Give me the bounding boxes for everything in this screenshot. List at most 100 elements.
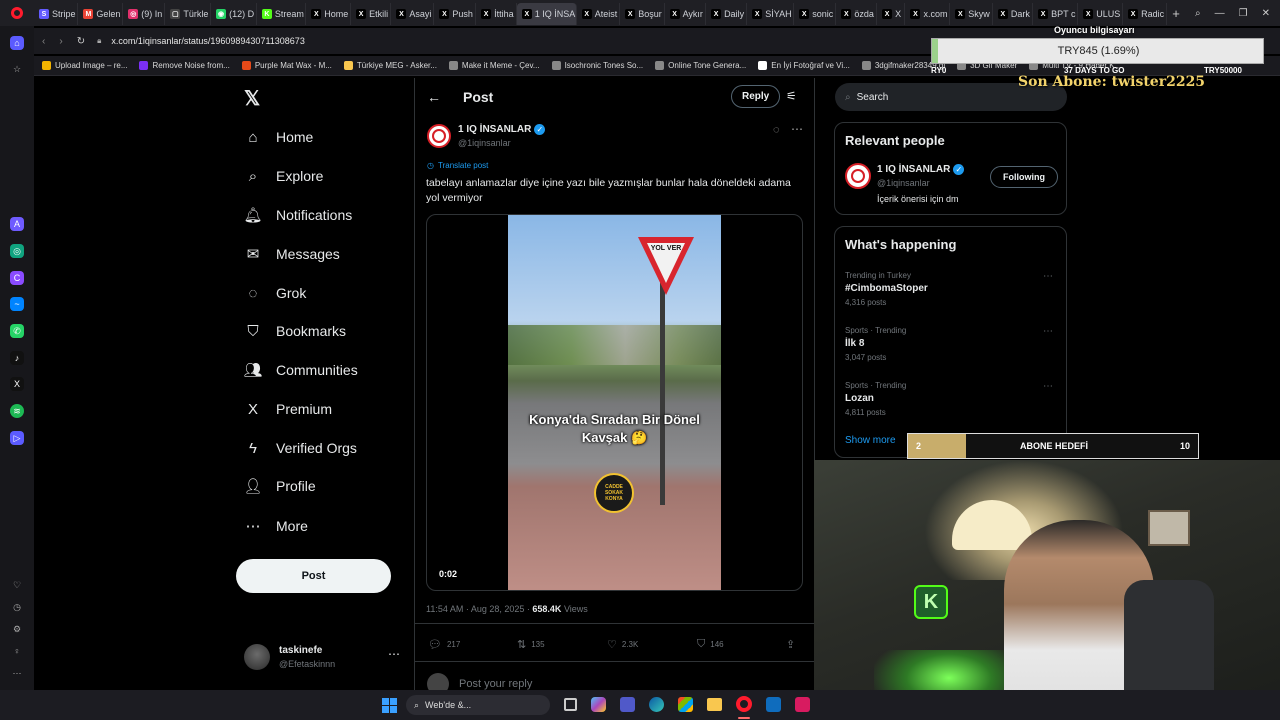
account-more-icon[interactable]: ⋯ xyxy=(388,647,400,661)
browser-tab[interactable]: X BPT c xyxy=(1033,3,1079,25)
nav-item-grok[interactable]: ◌ Grok xyxy=(244,278,307,308)
spotify-icon[interactable]: ≋ xyxy=(10,404,24,418)
video-frame[interactable]: YOL VER Konya'da Sıradan Bir Dönel Kavşa… xyxy=(426,214,803,591)
reply-button[interactable]: Reply xyxy=(731,85,781,108)
reload-icon[interactable]: ↻ xyxy=(77,36,85,47)
heart-icon[interactable]: ♡ xyxy=(10,578,24,592)
adjust-icon[interactable]: ⚟ xyxy=(786,89,797,103)
bookmark-stat[interactable]: ⛉ 146 xyxy=(697,638,724,651)
nav-item-home[interactable]: ⌂ Home xyxy=(244,122,313,152)
browser-tab[interactable]: K Stream xyxy=(257,3,307,25)
bookmark-item[interactable]: En İyi Fotoğraf ve Vi... xyxy=(758,61,850,70)
browser-tab[interactable]: X Radic xyxy=(1123,3,1168,25)
trend-more-icon[interactable]: ⋯ xyxy=(1043,381,1053,392)
tiktok-icon[interactable]: ♪ xyxy=(10,351,24,365)
tips-icon[interactable]: ♀ xyxy=(10,644,24,658)
reply-input[interactable]: Post your reply xyxy=(459,678,532,690)
browser-tab[interactable]: ▢ Türkle xyxy=(165,3,212,25)
history-icon[interactable]: ◷ xyxy=(10,600,24,614)
browser-tab[interactable]: S Stripe xyxy=(34,3,79,25)
browser-tab[interactable]: X Ateist xyxy=(577,3,621,25)
post-more-icon[interactable]: ⋯ xyxy=(791,122,803,136)
settings-icon[interactable]: ⚙ xyxy=(10,622,24,636)
browser-tab[interactable]: Xx.com xyxy=(905,3,951,25)
start-icon[interactable] xyxy=(382,698,397,713)
taskbar-search[interactable]: ⌕ Web'de &... xyxy=(406,695,550,715)
nav-item-bookmarks[interactable]: ⛉ Bookmarks xyxy=(244,316,346,346)
player-icon[interactable]: ▷ xyxy=(10,431,24,445)
explorer-icon[interactable] xyxy=(707,698,722,711)
search-input[interactable]: Search xyxy=(857,92,889,103)
maximize-icon[interactable]: ❐ xyxy=(1239,8,1248,19)
person-avatar[interactable] xyxy=(845,163,871,189)
x-app-icon[interactable]: X xyxy=(10,377,24,391)
browser-tab[interactable]: M Gelen xyxy=(78,3,124,25)
trend-more-icon[interactable]: ⋯ xyxy=(1043,271,1053,282)
author-avatar[interactable] xyxy=(427,124,451,148)
post-timestamp[interactable]: 11:54 AM · Aug 28, 2025 · xyxy=(426,604,532,614)
nav-item-verified-orgs[interactable]: ϟ Verified Orgs xyxy=(244,433,357,463)
outlook-icon[interactable] xyxy=(766,697,781,712)
browser-tab[interactable]: X İttiha xyxy=(476,3,517,25)
bookmark-item[interactable]: Purple Mat Wax - M... xyxy=(241,61,332,70)
trend-item[interactable]: Trending in Turkey #CimbomaStoper 4,316 … xyxy=(845,271,1055,307)
browser-tab[interactable]: X Push xyxy=(434,3,477,25)
star-icon[interactable]: ☆ xyxy=(10,62,24,76)
bookmark-item[interactable]: Online Tone Genera... xyxy=(655,61,746,70)
person-handle[interactable]: @1iqinsanlar xyxy=(877,178,930,188)
browser-tab[interactable]: X Dark xyxy=(993,3,1034,25)
whatsapp-icon[interactable]: ✆ xyxy=(10,324,24,338)
app-icon[interactable]: C xyxy=(10,271,24,285)
reply-stat[interactable]: 💬︎ 217 xyxy=(428,638,460,651)
repost-stat[interactable]: ⇅ 135 xyxy=(517,638,545,651)
aria-icon[interactable]: A xyxy=(10,217,24,231)
trend-item[interactable]: Sports · Trending Lozan 4,811 posts ⋯ xyxy=(845,381,1055,417)
close-window-icon[interactable]: ✕ xyxy=(1262,8,1270,19)
show-more-link[interactable]: Show more xyxy=(845,435,896,446)
browser-tab[interactable]: X Daily xyxy=(706,3,748,25)
bookmark-item[interactable]: Make it Meme - Çev... xyxy=(448,61,540,70)
url-text[interactable]: x.com/1iqinsanlar/status/196098943071130… xyxy=(111,36,304,46)
browser-tab[interactable]: ◉ (12) D xyxy=(211,3,257,25)
trend-item[interactable]: Sports · Trending İlk 8 3,047 posts ⋯ xyxy=(845,326,1055,362)
share-stat[interactable]: ⇪ xyxy=(786,638,795,651)
nav-item-more[interactable]: ⋯ More xyxy=(244,511,308,541)
browser-tab[interactable]: X Aykır xyxy=(665,3,707,25)
nav-item-notifications[interactable]: 🔔︎ Notifications xyxy=(243,200,352,230)
forward-icon[interactable]: › xyxy=(59,36,62,47)
browser-tab[interactable]: X Etkili xyxy=(351,3,392,25)
browser-tab[interactable]: X Asayi xyxy=(391,3,435,25)
opera-taskbar-icon[interactable] xyxy=(736,696,752,712)
back-arrow-icon[interactable]: ← xyxy=(427,89,441,105)
opera-logo-icon[interactable] xyxy=(0,0,34,26)
nav-item-premium[interactable]: X Premium xyxy=(244,394,332,424)
nav-item-profile[interactable]: 👤︎ Profile xyxy=(243,471,315,501)
trend-more-icon[interactable]: ⋯ xyxy=(1043,326,1053,337)
person-name[interactable]: 1 IQ İNSANLAR xyxy=(877,164,950,175)
translate-link[interactable]: Translate post xyxy=(438,161,488,170)
browser-tab[interactable]: X1 IQ İNSA xyxy=(516,3,577,25)
bookmark-item[interactable]: Remove Noise from... xyxy=(139,61,230,70)
browser-tab[interactable]: Xsonic xyxy=(794,3,837,25)
copilot-icon[interactable] xyxy=(591,697,606,712)
browser-tab[interactable]: X SİYAH xyxy=(747,3,795,25)
browser-tab[interactable]: X Home xyxy=(306,3,352,25)
browser-tab[interactable]: X Skyw xyxy=(950,3,993,25)
browser-tab[interactable]: Xözda xyxy=(836,3,878,25)
bookmark-item[interactable]: Upload Image – re... xyxy=(42,61,127,70)
browser-tab[interactable]: X ULUS xyxy=(1078,3,1124,25)
nav-item-messages[interactable]: ✉ Messages xyxy=(244,239,340,269)
browser-tab[interactable]: XX xyxy=(877,3,906,25)
winrar-icon[interactable] xyxy=(795,697,810,712)
browser-tab[interactable]: ◎ (9) In xyxy=(123,3,166,25)
author-name[interactable]: 1 IQ İNSANLAR xyxy=(458,124,531,135)
x-logo-icon[interactable]: 𝕏 xyxy=(244,86,260,111)
search-tabs-icon[interactable]: ⌕ xyxy=(1195,8,1201,19)
author-handle[interactable]: @1iqinsanlar xyxy=(458,138,511,148)
edge-icon[interactable] xyxy=(649,697,664,712)
back-icon[interactable]: ‹ xyxy=(42,36,45,47)
task-view-icon[interactable] xyxy=(564,698,577,711)
nav-item-communities[interactable]: 👥︎ Communities xyxy=(243,355,357,385)
minimize-icon[interactable]: — xyxy=(1215,8,1225,19)
bookmark-item[interactable]: Türkiye MEG - Asker... xyxy=(343,61,437,70)
